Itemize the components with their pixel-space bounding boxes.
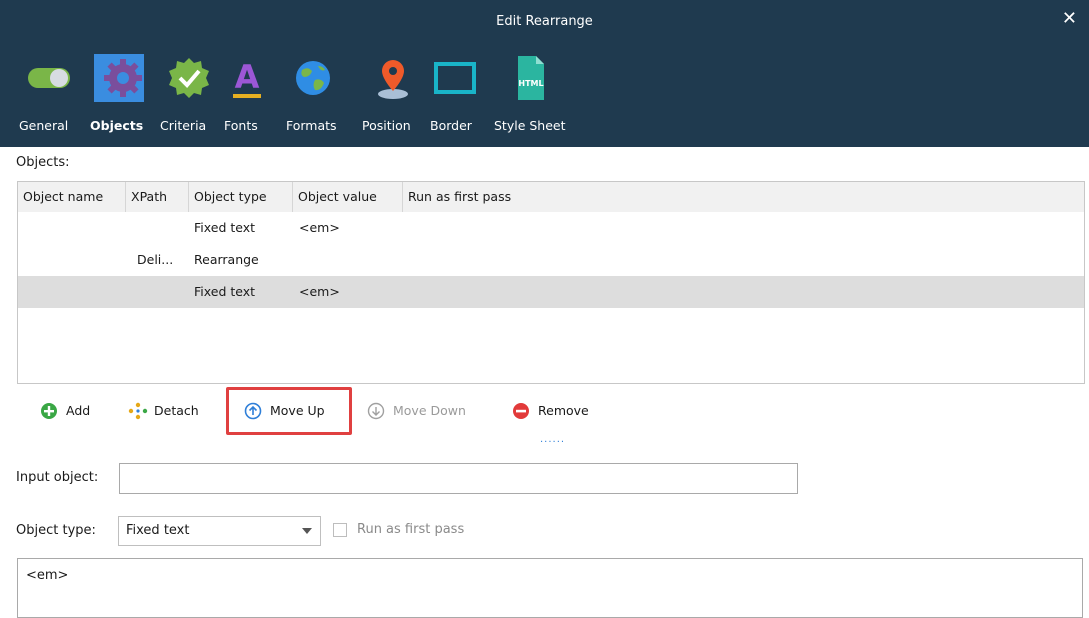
tab-fonts-label: Fonts xyxy=(224,118,258,133)
cell-object-value: <em> xyxy=(299,284,340,299)
badge-check-icon xyxy=(169,58,209,98)
arrow-down-circle-icon xyxy=(367,402,385,420)
font-letter-a-icon: A xyxy=(233,58,261,98)
tab-formats[interactable]: Formats xyxy=(282,50,352,142)
tab-objects[interactable]: Objects xyxy=(90,50,156,142)
run-first-pass-label: Run as first pass xyxy=(357,522,465,537)
object-value-text: <em> xyxy=(26,568,69,583)
tab-border-label: Border xyxy=(430,118,472,133)
minus-circle-icon xyxy=(513,403,529,419)
detach-dots-icon xyxy=(128,402,148,420)
table-row-selected[interactable]: Fixed text <em> xyxy=(18,276,1084,308)
cell-object-type: Rearrange xyxy=(194,252,259,267)
tab-criteria[interactable]: Criteria xyxy=(160,50,220,142)
object-type-selected-value: Fixed text xyxy=(126,523,190,538)
html-badge-text: HTML xyxy=(518,79,543,88)
table-row[interactable]: Deli... Rearrange xyxy=(18,244,1084,276)
column-header-run-first-pass[interactable]: Run as first pass xyxy=(403,182,543,212)
tab-style-sheet-label: Style Sheet xyxy=(494,118,566,133)
html-file-icon: HTML xyxy=(518,56,544,100)
tab-general-label: General xyxy=(19,118,69,133)
gear-icon xyxy=(94,54,144,102)
input-object-label: Input object: xyxy=(16,470,99,485)
plus-circle-icon xyxy=(41,403,57,419)
remove-button[interactable]: Remove xyxy=(512,398,602,424)
globe-icon xyxy=(296,61,330,95)
remove-button-label: Remove xyxy=(538,403,589,418)
add-button-label: Add xyxy=(66,403,91,418)
objects-table[interactable]: Object name XPath Object type Object val… xyxy=(17,181,1085,384)
objects-section-label: Objects: xyxy=(16,155,70,170)
cell-object-type: Fixed text xyxy=(194,220,256,235)
window-title: Edit Rearrange xyxy=(496,14,593,29)
tab-style-sheet[interactable]: HTML Style Sheet xyxy=(492,50,584,142)
table-header: Object name XPath Object type Object val… xyxy=(18,182,1084,212)
close-button[interactable]: ✕ xyxy=(1062,9,1077,29)
table-row[interactable]: Fixed text <em> xyxy=(18,212,1084,244)
tab-position-label: Position xyxy=(362,118,411,133)
tab-border[interactable]: Border xyxy=(428,50,484,142)
run-first-pass-checkbox[interactable] xyxy=(333,523,347,537)
tab-formats-label: Formats xyxy=(286,118,337,133)
tab-criteria-label: Criteria xyxy=(160,118,207,133)
column-header-object-type[interactable]: Object type xyxy=(189,182,293,212)
object-value-editor[interactable]: <em> xyxy=(17,558,1083,618)
chevron-down-icon xyxy=(302,528,312,534)
move-down-button[interactable]: Move Down xyxy=(367,398,487,424)
move-down-button-label: Move Down xyxy=(393,403,466,418)
column-header-object-name[interactable]: Object name xyxy=(18,182,126,212)
toggle-switch-icon xyxy=(28,68,70,88)
object-type-select[interactable]: Fixed text xyxy=(118,516,321,546)
location-pin-icon xyxy=(378,60,408,99)
add-button[interactable]: Add xyxy=(40,398,100,424)
toolbar-overflow-dots: ...... xyxy=(540,434,566,445)
cell-object-value: <em> xyxy=(299,220,340,235)
input-object-field[interactable] xyxy=(119,463,798,494)
tab-fonts[interactable]: A Fonts xyxy=(222,50,272,142)
detach-button[interactable]: Detach xyxy=(128,398,214,424)
dialog-header: Edit Rearrange ✕ General Objects Criteri… xyxy=(0,0,1089,147)
svg-text:A: A xyxy=(235,58,260,96)
detach-button-label: Detach xyxy=(154,403,199,418)
column-header-xpath[interactable]: XPath xyxy=(126,182,189,212)
border-frame-icon xyxy=(434,62,476,94)
tab-objects-label: Objects xyxy=(90,118,144,133)
cell-xpath: Deli... xyxy=(137,252,174,267)
column-header-object-value[interactable]: Object value xyxy=(293,182,403,212)
tab-position[interactable]: Position xyxy=(360,50,426,142)
object-type-label: Object type: xyxy=(16,523,96,538)
cell-object-type: Fixed text xyxy=(194,284,256,299)
tab-general[interactable]: General xyxy=(17,50,77,142)
move-up-highlight-box xyxy=(226,387,352,435)
